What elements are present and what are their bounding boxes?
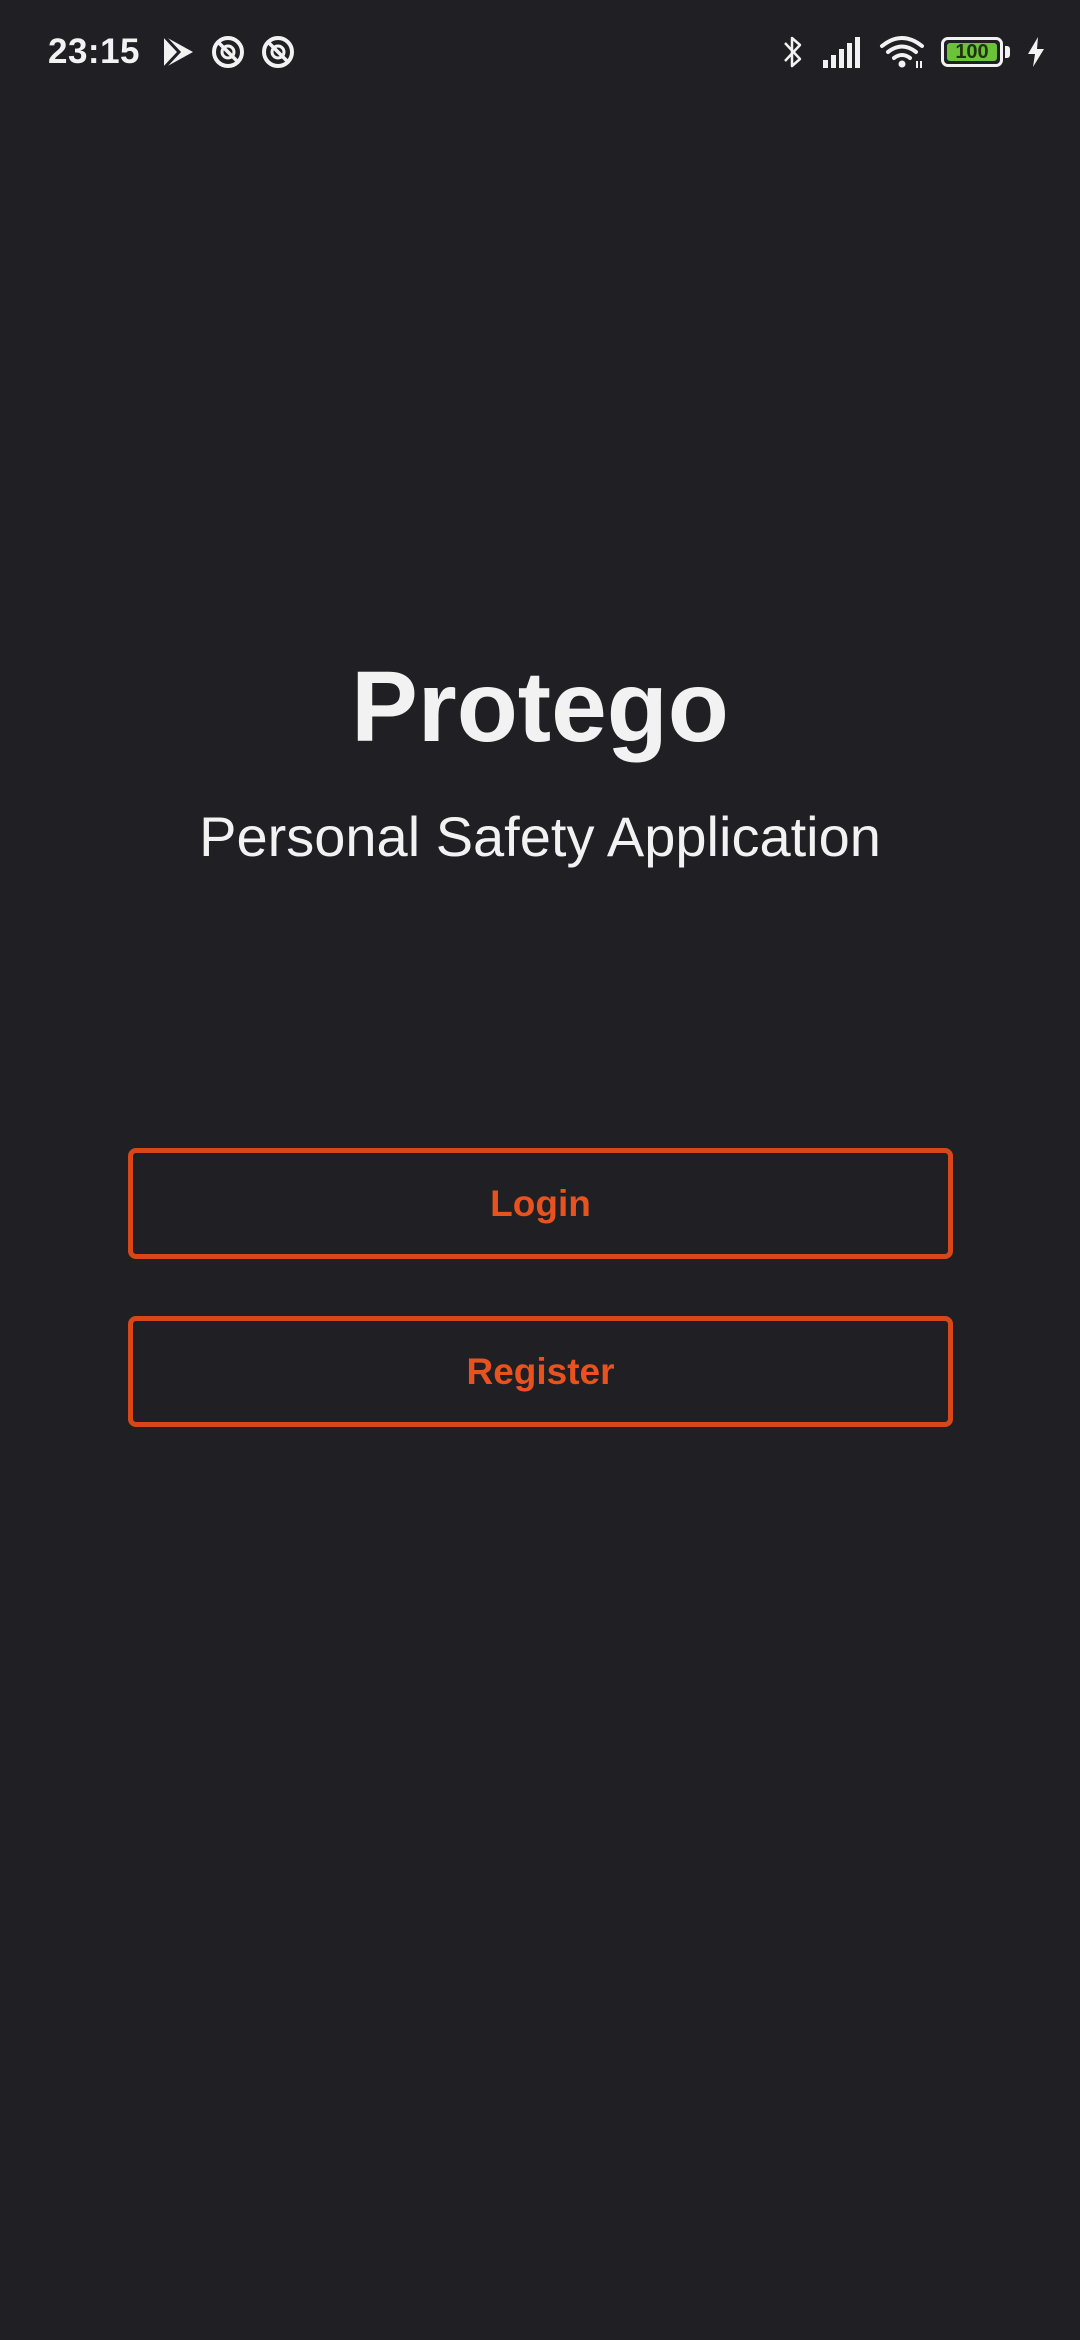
vpn-circle-icon: [260, 34, 296, 70]
vpn-circle-icon: [210, 34, 246, 70]
status-right: 100: [781, 22, 1046, 82]
status-left: 23:15: [48, 22, 296, 82]
battery-icon: 100: [941, 37, 1010, 67]
register-button[interactable]: Register: [128, 1316, 953, 1427]
bluetooth-icon: [781, 33, 805, 71]
app-title: Protego: [351, 651, 729, 763]
wifi-icon: [879, 34, 925, 70]
play-store-icon: [160, 33, 196, 71]
cellular-signal-icon: [821, 36, 863, 68]
status-bar: 23:15 100: [0, 0, 1080, 104]
app-subtitle: Personal Safety Application: [199, 805, 881, 868]
charging-bolt-icon: [1026, 36, 1046, 68]
login-button[interactable]: Login: [128, 1148, 953, 1259]
status-time: 23:15: [48, 32, 141, 71]
battery-level: 100: [955, 41, 989, 63]
